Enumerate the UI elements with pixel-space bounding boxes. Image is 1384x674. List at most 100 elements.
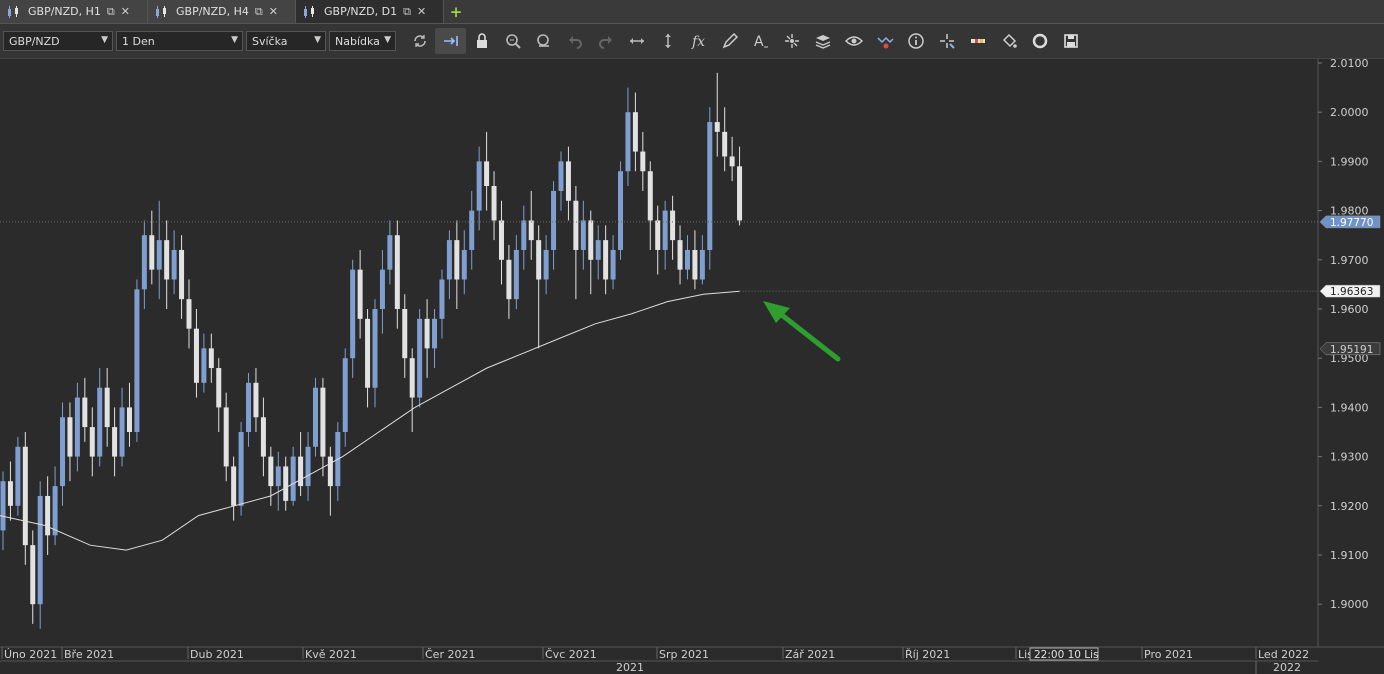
- template-icon: [1032, 33, 1047, 49]
- x-tick-label: Kvě 2021: [305, 648, 357, 661]
- new-chart-tab-button[interactable]: +: [444, 0, 468, 23]
- zoom-in-icon: [505, 34, 521, 49]
- candle-body: [179, 249, 185, 300]
- alerts-button[interactable]: [869, 28, 900, 54]
- year-label: 2022: [1273, 661, 1301, 674]
- candle-body: [126, 407, 132, 432]
- candle-body: [610, 249, 616, 280]
- candle-body: [573, 200, 579, 250]
- popout-icon[interactable]: ⧉: [403, 5, 411, 19]
- ruler-icon: [970, 39, 985, 43]
- popout-icon[interactable]: ⧉: [107, 5, 115, 19]
- chart-type-select[interactable]: Svíčka ▼: [246, 31, 326, 51]
- candle-body: [15, 446, 21, 506]
- crosshair-time-label: 22:00 10 Lis: [1029, 647, 1099, 661]
- fit-vertical-button[interactable]: [652, 28, 683, 54]
- ruler-button[interactable]: [962, 28, 993, 54]
- tab-gbpnzd-d1[interactable]: GBP/NZD, D1 ⧉ ✕: [296, 0, 444, 23]
- candlestick-icon: [156, 5, 166, 18]
- crosshair-time-text: 22:00 10 Lis: [1034, 649, 1099, 661]
- info-icon: [907, 33, 924, 49]
- candle-body: [37, 495, 43, 605]
- text-tool-icon: A: [754, 34, 768, 50]
- ma-price-label: 1.96363: [1319, 284, 1381, 298]
- objects-button[interactable]: [776, 28, 807, 54]
- candle-body: [655, 220, 661, 250]
- candle-body: [394, 235, 400, 309]
- zoom-in-button[interactable]: [497, 28, 528, 54]
- candle-body: [45, 495, 51, 536]
- tab-gbpnzd-h1[interactable]: GBP/NZD, H1 ⧉ ✕: [0, 0, 148, 23]
- chevron-down-icon: ▼: [314, 35, 321, 45]
- tab-gbpnzd-h4[interactable]: GBP/NZD, H4 ⧉ ✕: [148, 0, 296, 23]
- candle-body: [469, 210, 475, 250]
- save-icon: [1063, 34, 1078, 48]
- x-tick-label: Zář 2021: [785, 648, 835, 661]
- period-value: 1 Den: [122, 34, 155, 48]
- candle-body: [7, 481, 13, 506]
- candle-body: [684, 249, 690, 270]
- candle-body: [536, 240, 542, 280]
- layers-icon: [815, 35, 830, 49]
- zoom-out-icon: [536, 34, 549, 47]
- symbol-select[interactable]: GBP/NZD ▼: [3, 31, 113, 51]
- paint-bucket-button[interactable]: [993, 28, 1024, 54]
- candle-body: [350, 269, 356, 359]
- template-button[interactable]: [1024, 28, 1055, 54]
- lock-icon: [476, 33, 487, 48]
- candle-body: [379, 269, 385, 309]
- candle-body: [52, 486, 58, 536]
- lock-button[interactable]: [466, 28, 497, 54]
- candle-body: [662, 210, 668, 250]
- undo-button[interactable]: [559, 28, 590, 54]
- candle-body: [625, 112, 631, 172]
- candle-body: [327, 456, 333, 487]
- candle-body: [312, 387, 318, 447]
- y-tick-label: 1.9600: [1330, 303, 1369, 316]
- save-button[interactable]: [1055, 28, 1086, 54]
- redo-button[interactable]: [590, 28, 621, 54]
- candle-body: [149, 235, 155, 270]
- period-select[interactable]: 1 Den ▼: [116, 31, 243, 51]
- candle-body: [201, 348, 207, 383]
- refresh-button[interactable]: [404, 28, 435, 54]
- candle-body: [193, 328, 199, 383]
- svg-text:fx: fx: [691, 34, 705, 50]
- candlestick-icon: [8, 5, 18, 18]
- info-button[interactable]: [900, 28, 931, 54]
- candle-body: [528, 220, 534, 241]
- price-type-select[interactable]: Nabídka ▼: [329, 31, 396, 51]
- close-icon[interactable]: ✕: [121, 5, 130, 18]
- indicators-fx-button[interactable]: fx: [683, 28, 714, 54]
- x-tick-label: Čvc 2021: [545, 648, 597, 661]
- fit-horizontal-button[interactable]: [621, 28, 652, 54]
- eye-icon: [844, 36, 863, 46]
- refresh-icon: [413, 35, 426, 47]
- candle-body: [551, 190, 557, 250]
- current-price-label: 1.97770: [1319, 215, 1381, 229]
- popout-icon[interactable]: ⧉: [255, 5, 263, 19]
- paint-bucket-icon: [1002, 33, 1017, 48]
- scroll-to-end-button[interactable]: [435, 28, 466, 54]
- candle-body: [670, 210, 676, 241]
- y-tick-label: 1.9700: [1330, 254, 1369, 267]
- layers-button[interactable]: [807, 28, 838, 54]
- candle-body: [432, 318, 438, 349]
- candle-body: [89, 427, 95, 457]
- crosshair-button[interactable]: [931, 28, 962, 54]
- candle-body: [208, 348, 214, 369]
- candle-body: [454, 240, 460, 280]
- eye-button[interactable]: [838, 28, 869, 54]
- candle-body: [543, 249, 549, 280]
- price-chart[interactable]: 2.0100 2.0000 1.9900 1.9800 1.9700 1.9600 1.95…: [0, 59, 1384, 674]
- text-tool-button[interactable]: A: [745, 28, 776, 54]
- fit-vertical-icon: [664, 34, 671, 48]
- x-tick-label: Čer 2021: [425, 648, 475, 661]
- close-icon[interactable]: ✕: [269, 5, 278, 18]
- zoom-out-button[interactable]: [528, 28, 559, 54]
- pencil-draw-button[interactable]: [714, 28, 745, 54]
- close-icon[interactable]: ✕: [417, 5, 426, 18]
- candle-body: [0, 481, 6, 531]
- candle-body: [632, 112, 638, 152]
- candle-body: [714, 122, 720, 132]
